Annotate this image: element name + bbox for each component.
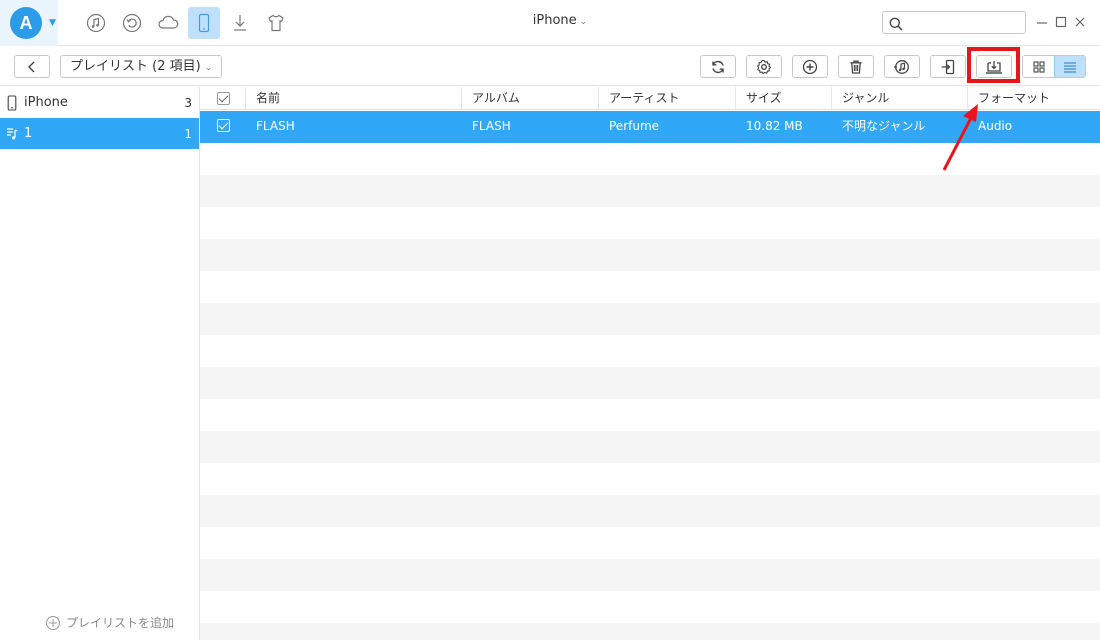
add-playlist-button[interactable]: + プレイリストを追加 <box>46 614 174 631</box>
column-header-album[interactable]: アルバム <box>462 87 599 110</box>
column-header-size[interactable]: サイズ <box>736 87 832 110</box>
search-input[interactable] <box>907 14 1019 31</box>
empty-row <box>200 527 1100 559</box>
to-computer-icon <box>986 60 1002 74</box>
restore-icon[interactable] <box>116 7 148 39</box>
column-header-artist[interactable]: アーティスト <box>599 87 736 110</box>
empty-row <box>200 143 1100 175</box>
list-view-button[interactable] <box>1054 56 1085 77</box>
top-navigation <box>80 7 296 39</box>
list-view-icon <box>1064 61 1076 73</box>
empty-row <box>200 207 1100 239</box>
back-button[interactable] <box>14 55 50 78</box>
music-icon[interactable] <box>80 7 112 39</box>
chevron-left-icon <box>28 61 35 72</box>
add-icon <box>802 59 818 74</box>
refresh-icon <box>712 60 724 73</box>
empty-row <box>200 399 1100 431</box>
empty-row <box>200 623 1100 640</box>
cell-genre: 不明なジャンル <box>842 119 926 133</box>
breadcrumb[interactable]: プレイリスト (2 項目) ⌄ <box>60 55 223 78</box>
empty-row <box>200 431 1100 463</box>
empty-row <box>200 495 1100 527</box>
column-header-genre[interactable]: ジャンル <box>832 87 968 110</box>
phone-icon[interactable] <box>188 7 220 39</box>
table-header: 名前 アルバム アーティスト サイズ ジャンル フォーマット <box>200 87 1100 110</box>
delete-icon <box>850 60 862 74</box>
empty-row <box>200 175 1100 207</box>
sidebar-item-playlist-1[interactable]: 1 1 <box>0 118 199 149</box>
settings-button[interactable] <box>746 55 782 78</box>
title-bar: A ▼ iPhone ⌄ <box>0 0 1100 46</box>
cell-format: Audio <box>978 119 1013 133</box>
sidebar-item-iphone[interactable]: iPhone 3 <box>0 87 199 118</box>
to-itunes-button[interactable] <box>884 55 920 78</box>
breadcrumb-label: プレイリスト (2 項目) <box>70 59 201 74</box>
shirt-icon[interactable] <box>260 7 292 39</box>
device-selector[interactable]: iPhone ⌄ <box>500 13 620 28</box>
settings-icon <box>757 59 772 74</box>
empty-row <box>200 367 1100 399</box>
phone-icon <box>0 94 24 111</box>
app-menu[interactable]: A ▼ <box>0 0 58 46</box>
cell-artist: Perfume <box>609 119 660 133</box>
add-playlist-label: プレイリストを追加 <box>66 616 175 630</box>
sidebar-item-label: 1 <box>24 126 33 141</box>
device-name: iPhone <box>532 13 577 28</box>
sidebar-item-count: 3 <box>184 95 192 110</box>
empty-row <box>200 559 1100 591</box>
row-checkbox[interactable] <box>217 119 230 132</box>
to-device-button[interactable] <box>930 55 966 78</box>
cell-album: FLASH <box>472 119 511 133</box>
toolbar: プレイリスト (2 項目) ⌄ <box>0 46 1100 86</box>
cell-name: FLASH <box>256 119 295 133</box>
sidebar-item-count: 1 <box>184 126 192 141</box>
add-icon: + <box>46 615 60 630</box>
search-icon <box>889 16 903 35</box>
cell-size: 10.82 MB <box>746 119 803 133</box>
search-box[interactable] <box>882 11 1026 34</box>
to-itunes-icon <box>894 59 909 74</box>
song-table: 名前 アルバム アーティスト サイズ ジャンル フォーマット FLASH FLA… <box>200 87 1100 640</box>
delete-button[interactable] <box>838 55 874 78</box>
chevron-down-icon: ⌄ <box>204 63 213 73</box>
grid-view-button[interactable] <box>1023 56 1054 77</box>
view-mode-toggle <box>1022 55 1086 78</box>
select-all-cell <box>200 87 246 110</box>
empty-row <box>200 591 1100 623</box>
column-header-name[interactable]: 名前 <box>246 87 462 110</box>
maximize-icon[interactable] <box>1053 14 1069 30</box>
close-icon[interactable] <box>1072 14 1088 30</box>
playlist-icon <box>0 127 24 141</box>
empty-row <box>200 239 1100 271</box>
cloud-icon[interactable] <box>152 7 184 39</box>
select-all-checkbox[interactable] <box>217 92 230 105</box>
empty-row <box>200 335 1100 367</box>
column-header-format[interactable]: フォーマット <box>968 87 1100 110</box>
empty-row <box>200 271 1100 303</box>
grid-view-icon <box>1032 60 1045 73</box>
add-button[interactable] <box>792 55 828 78</box>
to-device-icon <box>941 59 955 74</box>
refresh-button[interactable] <box>700 55 736 78</box>
chevron-down-icon: ▼ <box>49 18 56 28</box>
sidebar: iPhone 3 1 1 + プレイリストを追加 <box>0 87 200 640</box>
sidebar-item-label: iPhone <box>24 95 68 110</box>
empty-row <box>200 463 1100 495</box>
empty-row <box>200 303 1100 335</box>
table-row[interactable]: FLASH FLASH Perfume 10.82 MB 不明なジャンル Aud… <box>200 111 1100 143</box>
to-computer-button[interactable] <box>976 55 1012 78</box>
app-logo: A <box>10 7 42 39</box>
download-icon[interactable] <box>224 7 256 39</box>
chevron-down-icon: ⌄ <box>579 17 588 27</box>
minimize-icon[interactable] <box>1034 14 1050 30</box>
anytrans-window: A ▼ iPhone ⌄ プレイリスト (2 項目) ⌄ iPhone 3 1 … <box>0 0 1100 640</box>
